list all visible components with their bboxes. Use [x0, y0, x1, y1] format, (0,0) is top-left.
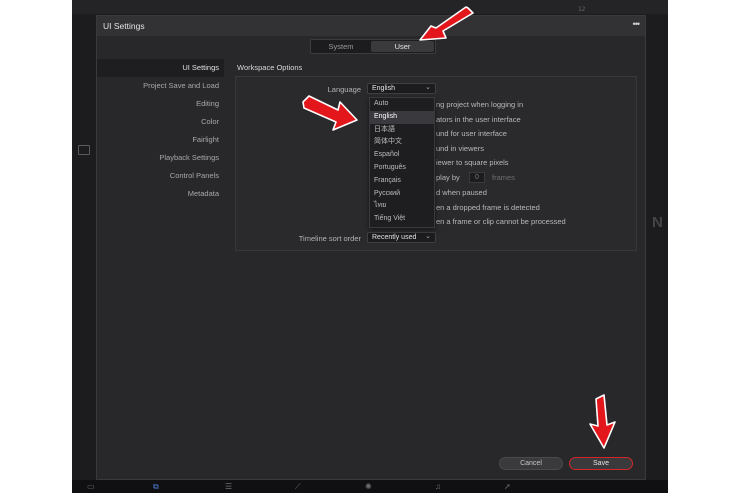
language-select-value: English — [372, 85, 395, 92]
sidebar-item-project-save-and-load[interactable]: Project Save and Load — [97, 77, 224, 95]
timeline-sort-select[interactable]: Recently used ⌄ — [367, 232, 436, 243]
dialog-title: UI Settings — [103, 21, 145, 31]
workspace-options-title: Workspace Options — [237, 63, 303, 72]
language-dropdown-menu: Auto English 日本語 简体中文 Español Português … — [369, 97, 435, 228]
dropdown-option-thai[interactable]: ไทย — [370, 200, 434, 213]
settings-tabs: System User — [310, 39, 436, 54]
deliver-page-icon[interactable]: ➚ — [504, 482, 511, 491]
option-text: und for user interface — [436, 129, 507, 138]
dropdown-option-auto[interactable]: Auto — [370, 98, 434, 111]
option-text: ng project when logging in — [436, 100, 524, 109]
sidebar-item-metadata[interactable]: Metadata — [97, 185, 224, 203]
language-label: Language — [327, 85, 361, 94]
timeline-sort-value: Recently used — [372, 234, 417, 241]
frames-unit-label: frames — [492, 173, 515, 182]
option-text: en a dropped frame is detected — [436, 203, 540, 212]
save-button[interactable]: Save — [569, 457, 633, 470]
background-letter: N — [652, 214, 663, 231]
chevron-down-icon: ⌄ — [425, 233, 431, 240]
dropdown-option-spanish[interactable]: Español — [370, 149, 434, 162]
fusion-page-icon[interactable]: ⟋ — [295, 482, 301, 491]
option-text: play by — [436, 173, 460, 182]
dropdown-option-russian[interactable]: Русский — [370, 188, 434, 201]
cut-page-icon[interactable]: ⧉ — [153, 482, 159, 491]
sidebar-item-ui-settings[interactable]: UI Settings — [97, 59, 224, 77]
dropdown-option-vietnamese[interactable]: Tiếng Việt — [370, 213, 434, 226]
option-text: und in viewers — [436, 144, 484, 153]
option-text: ators in the user interface — [436, 115, 521, 124]
timeline-sort-label: Timeline sort order — [298, 234, 361, 243]
dropdown-option-portuguese[interactable]: Português — [370, 162, 434, 175]
edit-page-icon[interactable]: ☰ — [225, 482, 232, 491]
sidebar-item-fairlight[interactable]: Fairlight — [97, 131, 224, 149]
dropdown-option-japanese[interactable]: 日本語 — [370, 124, 434, 137]
dropdown-option-english[interactable]: English — [370, 110, 434, 124]
sidebar-item-control-panels[interactable]: Control Panels — [97, 167, 224, 185]
settings-sidebar: UI Settings Project Save and Load Editin… — [97, 59, 224, 203]
sidebar-item-editing[interactable]: Editing — [97, 95, 224, 113]
media-page-icon[interactable]: ▭ — [87, 482, 95, 491]
option-text: d when paused — [436, 188, 487, 197]
more-options-icon[interactable]: ••• — [633, 19, 641, 29]
dropdown-option-french[interactable]: Français — [370, 175, 434, 188]
tab-system[interactable]: System — [313, 41, 369, 52]
option-text: iewer to square pixels — [436, 158, 509, 167]
sidebar-item-playback-settings[interactable]: Playback Settings — [97, 149, 224, 167]
timecode-fragment: 12 — [578, 6, 586, 13]
replay-frames-input[interactable]: 0 — [469, 172, 485, 183]
dropdown-option-chinese[interactable]: 简体中文 — [370, 136, 434, 149]
dialog-titlebar: UI Settings ••• — [97, 16, 645, 36]
color-page-icon[interactable]: ✺ — [365, 482, 372, 491]
image-icon[interactable] — [78, 145, 90, 155]
language-select[interactable]: English ⌄ — [367, 83, 436, 94]
cancel-button[interactable]: Cancel — [499, 457, 563, 470]
option-text: en a frame or clip cannot be processed — [436, 217, 566, 226]
chevron-down-icon: ⌄ — [425, 84, 431, 91]
tab-user[interactable]: User — [371, 41, 434, 52]
fairlight-page-icon[interactable]: ♫ — [435, 482, 441, 491]
sidebar-item-color[interactable]: Color — [97, 113, 224, 131]
